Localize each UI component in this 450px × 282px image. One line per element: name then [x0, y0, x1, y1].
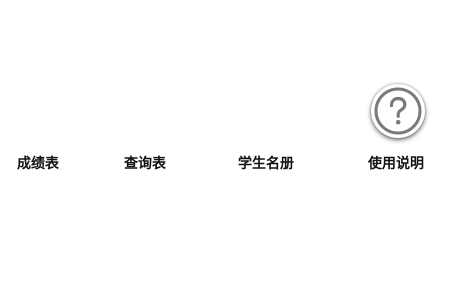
- main-menu: 成绩表 查询表 学生名册 使用说明: [0, 0, 450, 282]
- menu-item-query[interactable]: 查询表: [124, 154, 166, 174]
- menu-item-instructions[interactable]: 使用说明: [368, 154, 424, 174]
- help-button[interactable]: [371, 84, 425, 138]
- question-circle-icon: [374, 87, 422, 135]
- menu-item-scores[interactable]: 成绩表: [17, 154, 59, 174]
- menu-item-student-roster[interactable]: 学生名册: [238, 154, 294, 174]
